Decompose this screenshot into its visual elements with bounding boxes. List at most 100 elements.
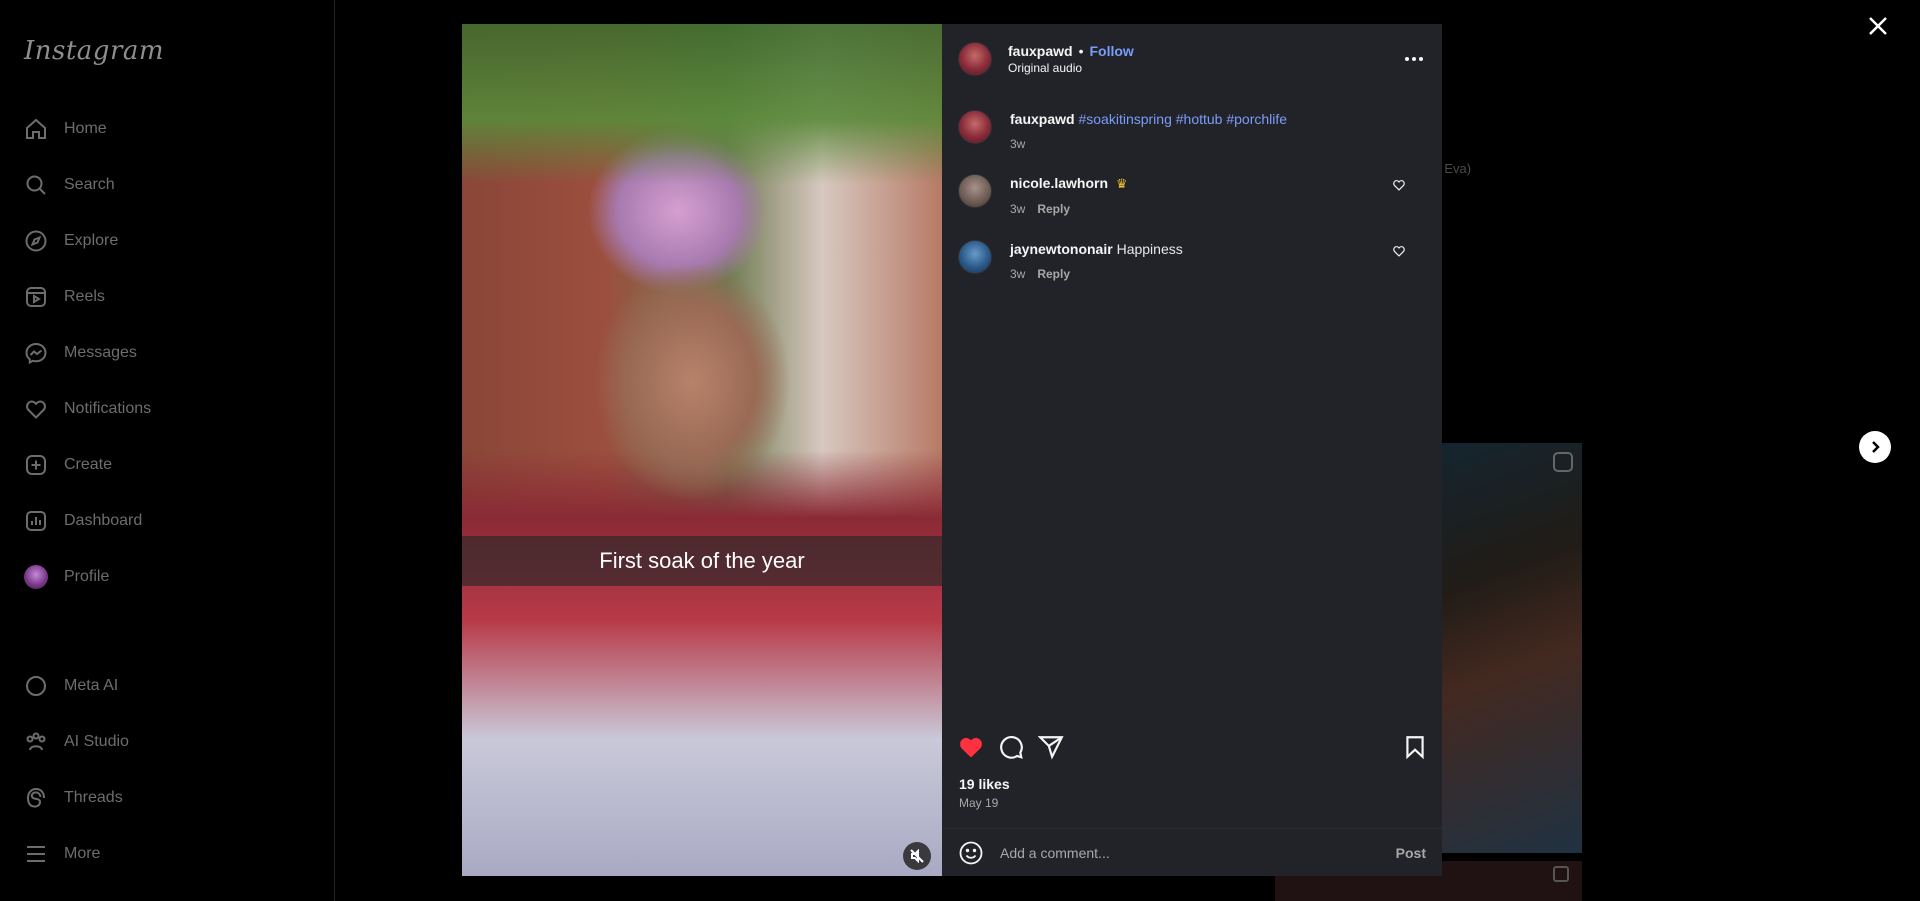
sidebar-item-explore[interactable]: Explore [24, 221, 118, 261]
post-actions [958, 734, 1428, 764]
post-header: fauxpawd • Follow Original audio [942, 24, 1442, 94]
add-comment-bar: Post [942, 828, 1442, 876]
home-icon [26, 118, 46, 139]
chevron-right-icon [1872, 441, 1880, 453]
reels-icon [26, 287, 46, 307]
sidebar-item-label: Dashboard [64, 512, 143, 529]
sidebar-item-label: Messages [64, 344, 137, 361]
video-frame [462, 24, 942, 184]
comment-username[interactable]: nicole.lawhorn [1010, 175, 1108, 191]
close-button[interactable] [1864, 12, 1892, 40]
carousel-icon [1553, 866, 1569, 882]
search-icon [26, 175, 46, 195]
sidebar-item-label: Explore [64, 232, 119, 249]
post-details-panel: fauxpawd • Follow Original audio fauxpaw… [942, 24, 1442, 876]
messenger-icon [25, 342, 47, 365]
sidebar-item-notifications[interactable]: Notifications [24, 389, 151, 429]
post-video[interactable]: First soak of the year [462, 24, 942, 876]
compass-icon [25, 230, 47, 252]
author-username[interactable]: fauxpawd [1008, 43, 1073, 59]
bookmark-icon [1406, 736, 1424, 760]
sidebar-item-home[interactable]: Home [24, 109, 107, 149]
comment-button[interactable] [998, 734, 1024, 760]
emoji-button[interactable] [958, 840, 984, 866]
sidebar-item-label: AI Studio [64, 733, 129, 750]
separator-dot: • [1078, 43, 1084, 59]
comment-input[interactable] [998, 843, 1396, 862]
sidebar-item-label: Create [64, 456, 113, 473]
heart-icon [1393, 180, 1405, 191]
sidebar-item-reels[interactable]: Reels [24, 277, 105, 317]
post-caption: fauxpawd #soakitinspring #hottub #porchl… [958, 110, 1428, 153]
next-post-button[interactable] [1859, 431, 1891, 463]
sidebar-item-profile[interactable]: Profile [24, 557, 109, 597]
sidebar-item-dashboard[interactable]: Dashboard [24, 501, 142, 541]
like-comment-button[interactable] [1392, 244, 1406, 258]
more-icon [1405, 57, 1423, 61]
ring-icon [26, 676, 46, 696]
reply-button[interactable]: Reply [1037, 265, 1070, 283]
sidebar-item-label: Meta AI [64, 677, 119, 694]
caption-hashtags[interactable]: #soakitinspring #hottub #porchlife [1078, 111, 1287, 127]
ai-studio-icon [26, 732, 46, 751]
menu-icon [27, 846, 45, 862]
video-caption-text: First soak of the year [599, 548, 805, 573]
comment-username[interactable]: jaynewtononair [1010, 241, 1113, 257]
plus-square-icon [26, 455, 46, 475]
send-icon [1037, 736, 1064, 760]
muted-speaker-icon [910, 849, 924, 863]
heart-icon [1393, 246, 1405, 257]
sidebar-item-threads[interactable]: Threads [24, 778, 123, 818]
sidebar-item-create[interactable]: Create [24, 445, 112, 485]
like-button[interactable] [958, 734, 984, 760]
comment-icon [1000, 736, 1023, 759]
reply-button[interactable]: Reply [1037, 200, 1070, 218]
caption-username[interactable]: fauxpawd [1010, 111, 1075, 127]
comment-item: nicole.lawhorn ♛ 3w Reply [958, 174, 1428, 218]
emoji-icon [959, 841, 983, 864]
sidebar-item-search[interactable]: Search [24, 165, 115, 205]
audio-label[interactable]: Original audio [1008, 61, 1134, 75]
sidebar-item-messages[interactable]: Messages [24, 333, 137, 373]
follow-button[interactable]: Follow [1089, 43, 1133, 59]
post-comment-button[interactable]: Post [1396, 845, 1426, 861]
instagram-logo[interactable]: Instagram [24, 36, 164, 66]
comment-text: Happiness [1116, 241, 1183, 257]
share-button[interactable] [1037, 734, 1064, 760]
close-icon [1869, 17, 1887, 35]
heart-icon [26, 400, 46, 419]
mute-button[interactable] [903, 842, 931, 870]
video-caption-overlay: First soak of the year [462, 536, 942, 586]
caption-time: 3w [1010, 137, 1026, 151]
sidebar-item-label: Reels [64, 288, 105, 305]
sidebar-item-meta-ai[interactable]: Meta AI [24, 666, 118, 706]
threads-icon [26, 787, 45, 808]
sidebar-item-label: Threads [64, 789, 123, 806]
save-button[interactable] [1402, 734, 1428, 760]
reel-icon [1553, 452, 1573, 472]
more-options-button[interactable] [1403, 51, 1425, 67]
post-header-text: fauxpawd • Follow Original audio [1008, 43, 1134, 75]
commenter-avatar[interactable] [958, 240, 992, 274]
avatar [24, 565, 48, 589]
author-avatar[interactable] [958, 42, 992, 76]
sidebar-item-ai-studio[interactable]: AI Studio [24, 722, 129, 762]
sidebar-item-label: Notifications [64, 400, 152, 417]
sidebar-item-label: Profile [64, 568, 110, 585]
comment-item: jaynewtononair Happiness 3w Reply [958, 240, 1428, 283]
post-date[interactable]: May 19 [959, 796, 998, 810]
comment-time: 3w [1010, 267, 1026, 281]
commenter-avatar[interactable] [958, 174, 992, 208]
sidebar-item-more[interactable]: More [24, 834, 100, 874]
author-avatar[interactable] [958, 110, 992, 144]
sidebar-nav: Instagram Home Search Explore Reels Mess… [0, 0, 335, 901]
chart-icon [26, 511, 46, 531]
like-comment-button[interactable] [1392, 178, 1406, 192]
crown-badge-icon: ♛ [1115, 176, 1128, 191]
post-modal: First soak of the year fauxpawd • Follow… [462, 24, 1442, 876]
sidebar-item-label: Search [64, 176, 115, 193]
sidebar-item-label: More [64, 845, 101, 862]
sidebar-item-label: Home [64, 120, 107, 137]
likes-count[interactable]: 19 likes [959, 776, 1010, 792]
comment-time: 3w [1010, 202, 1026, 216]
